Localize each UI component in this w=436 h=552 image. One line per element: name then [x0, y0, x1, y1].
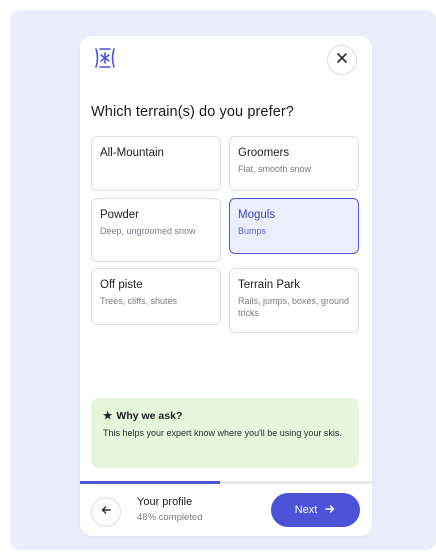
option-groomers[interactable]: Groomers Flat, smooth snow [229, 136, 359, 191]
arrow-left-icon [100, 503, 112, 521]
option-title: Off piste [100, 279, 143, 291]
option-subtitle: Bumps [238, 226, 267, 236]
question-title: Which terrain(s) do you prefer? [91, 104, 294, 120]
option-subtitle: Flat, smooth snow [238, 164, 312, 174]
option-title: All-Mountain [100, 147, 164, 159]
profile-progress-fill [80, 481, 221, 484]
option-subtitle: Deep, ungroomed snow [100, 226, 196, 236]
arrow-right-icon [324, 503, 336, 518]
close-icon [336, 51, 348, 69]
option-title: Powder [100, 209, 139, 221]
option-powder[interactable]: Powder Deep, ungroomed snow [91, 198, 221, 262]
option-subtitle: Trees, cliffs, shutes [100, 296, 178, 306]
option-moguls[interactable]: Moguls Bumps [229, 198, 359, 254]
back-button[interactable] [91, 497, 121, 527]
next-label: Next [294, 504, 318, 516]
why-title: Why we ask? [116, 410, 183, 422]
option-off-piste[interactable]: Off piste Trees, cliffs, shutes [91, 268, 221, 325]
why-we-ask-box: ★ Why we ask? This helps your expert know… [91, 398, 359, 468]
option-title: Terrain Park [238, 279, 300, 291]
why-text: This helps your expert know where you'll… [103, 428, 342, 438]
option-terrain-park[interactable]: Terrain Park Rails, jumps, boxes, ground… [229, 268, 359, 333]
option-subtitle: Rails, jumps, boxes, ground tricks [238, 296, 350, 318]
close-button[interactable] [327, 45, 357, 75]
profile-progress-bar [80, 481, 372, 484]
option-all-mountain[interactable]: All-Mountain [91, 136, 221, 191]
next-button[interactable]: Next [271, 493, 360, 527]
option-title: Moguls [238, 209, 276, 221]
profile-progress-text: 48% completed [137, 512, 203, 523]
star-icon: ★ [103, 410, 113, 422]
questionnaire-card: Which terrain(s) do you prefer? All-Moun… [80, 36, 372, 536]
option-title: Groomers [238, 147, 290, 159]
brand-logo-icon [92, 46, 118, 70]
profile-title: Your profile [137, 496, 193, 508]
